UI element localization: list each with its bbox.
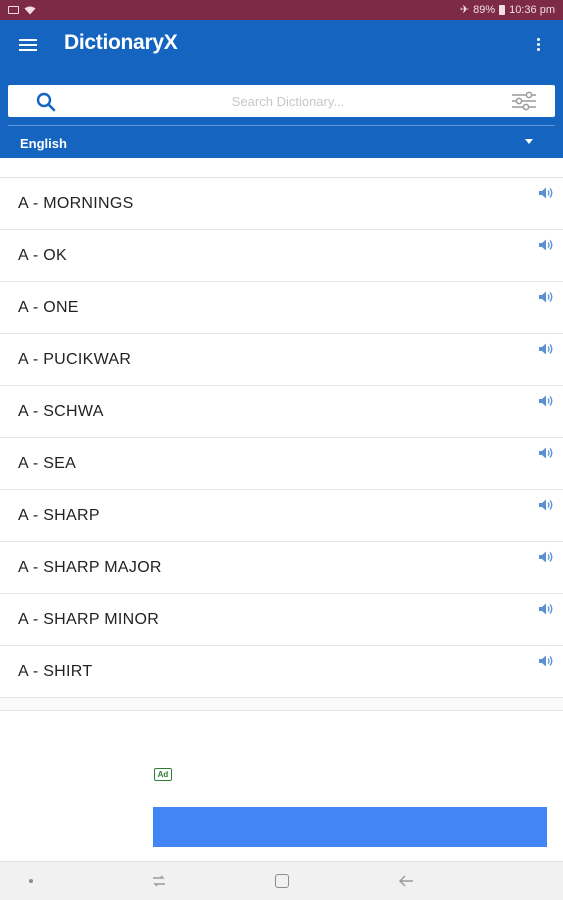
ad-call-to-action-button[interactable]	[153, 807, 547, 847]
battery-percent: 89%	[473, 4, 496, 16]
word-text: A - SCHWA	[18, 403, 104, 420]
word-text: A - SHARP MAJOR	[18, 559, 162, 576]
search-panel: English	[0, 70, 563, 158]
word-row[interactable]: A - SHARP	[0, 490, 563, 542]
word-text: A - OK	[18, 247, 67, 264]
speaker-icon[interactable]	[538, 342, 554, 356]
list-row-partial	[0, 158, 563, 178]
status-bar: ✈ 89% 10:36 pm	[0, 0, 563, 20]
airplane-icon: ✈	[459, 3, 470, 16]
word-text: A - MORNINGS	[18, 195, 134, 212]
ad-badge: Ad	[154, 768, 172, 781]
ad-banner: Ad	[0, 710, 563, 861]
nav-dot-icon[interactable]	[29, 879, 33, 883]
word-row[interactable]: A - SHARP MINOR	[0, 594, 563, 646]
word-row[interactable]: A - SHIRT	[0, 646, 563, 698]
language-label: English	[20, 136, 67, 151]
word-row[interactable]: A - SHARP MAJOR	[0, 542, 563, 594]
search-input[interactable]	[78, 89, 498, 113]
navigation-bar	[0, 861, 563, 900]
word-row[interactable]: A - OK	[0, 230, 563, 282]
status-left	[8, 6, 36, 15]
more-vertical-icon[interactable]	[532, 36, 544, 54]
speaker-icon[interactable]	[538, 654, 554, 668]
word-row[interactable]: A - PUCIKWAR	[0, 334, 563, 386]
language-selector[interactable]: English	[8, 128, 555, 156]
app-title: DictionaryX	[64, 31, 178, 54]
recent-apps-icon[interactable]	[150, 873, 168, 889]
hamburger-menu-icon[interactable]	[19, 38, 37, 52]
speaker-icon[interactable]	[538, 186, 554, 200]
word-text: A - SEA	[18, 455, 77, 472]
search-icon[interactable]	[36, 92, 56, 112]
speaker-icon[interactable]	[538, 238, 554, 252]
speaker-icon[interactable]	[538, 394, 554, 408]
clock: 10:36 pm	[509, 4, 555, 16]
word-text: A - SHIRT	[18, 663, 93, 680]
app-screen: ✈ 89% 10:36 pm DictionaryX Search Dictio…	[0, 0, 563, 900]
word-list: A - MORNINGS A - OK A - ONE A - PUCIKWAR A -…	[0, 158, 563, 710]
speaker-icon[interactable]	[538, 446, 554, 460]
word-text: A - ONE	[18, 299, 79, 316]
home-icon[interactable]	[275, 874, 289, 888]
search-divider	[8, 125, 555, 126]
message-icon	[8, 6, 19, 14]
word-text: A - SHARP MINOR	[18, 611, 160, 628]
battery-icon	[499, 5, 506, 15]
speaker-icon[interactable]	[538, 290, 554, 304]
word-row[interactable]: A - SEA	[0, 438, 563, 490]
speaker-icon[interactable]	[538, 550, 554, 564]
word-row[interactable]: A - SCHWA	[0, 386, 563, 438]
word-row[interactable]: A - ONE	[0, 282, 563, 334]
word-text: A - SHARP	[18, 507, 100, 524]
status-right: ✈ 89% 10:36 pm	[460, 4, 555, 16]
speaker-icon[interactable]	[538, 602, 554, 616]
wifi-icon	[24, 6, 36, 14]
word-text: A - PUCIKWAR	[18, 351, 132, 368]
speaker-icon[interactable]	[538, 498, 554, 512]
back-arrow-icon[interactable]	[397, 873, 415, 889]
filter-sliders-icon[interactable]	[511, 91, 537, 111]
caret-down-icon	[525, 139, 533, 144]
app-bar: DictionaryX	[0, 20, 563, 70]
word-row[interactable]: A - MORNINGS	[0, 178, 563, 230]
search-box	[8, 85, 555, 117]
